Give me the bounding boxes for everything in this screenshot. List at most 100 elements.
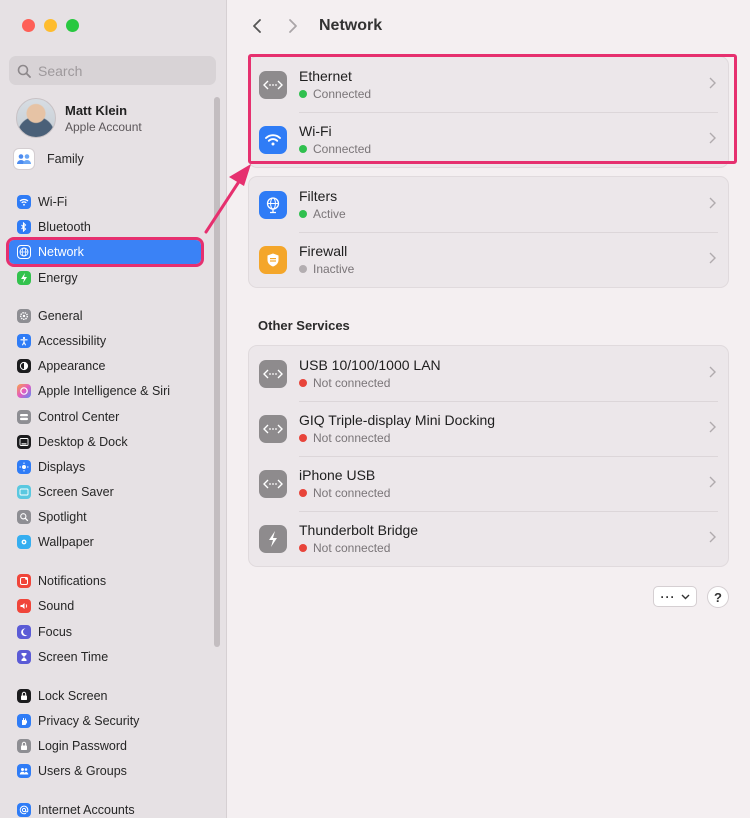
- zoom-window-button[interactable]: [66, 19, 79, 32]
- sidebar-item-login-password[interactable]: Login Password: [9, 734, 201, 758]
- status-dot: [299, 210, 307, 218]
- close-window-button[interactable]: [22, 19, 35, 32]
- page-title: Network: [319, 17, 383, 34]
- sidebar-item-label: Spotlight: [38, 510, 87, 524]
- sidebar-item-internet-accounts[interactable]: Internet Accounts: [9, 798, 201, 818]
- sidebar-item-label: Desktop & Dock: [38, 435, 128, 449]
- sidebar-item-notifications[interactable]: Notifications: [9, 569, 201, 593]
- service-status: Connected: [313, 142, 372, 156]
- energy-icon: [17, 271, 31, 285]
- sidebar-item-energy[interactable]: Energy: [9, 266, 201, 290]
- sidebar-item-siri[interactable]: Apple Intelligence & Siri: [9, 379, 201, 403]
- sidebar-item-label: Screen Saver: [38, 485, 114, 499]
- chevron-right-icon: [709, 421, 716, 433]
- chevron-left-icon: [253, 19, 261, 33]
- sidebar-item-family[interactable]: Family: [9, 147, 201, 171]
- sidebar-item-appearance[interactable]: Appearance: [9, 354, 201, 378]
- sidebar-item-privacy-security[interactable]: Privacy & Security: [9, 709, 201, 733]
- service-row-usb-lan[interactable]: USB 10/100/1000 LAN Not connected: [249, 346, 728, 401]
- appearance-icon: [17, 359, 31, 373]
- sidebar: Matt Klein Apple Account Family Wi-Fi Bl…: [0, 0, 227, 818]
- chevron-right-icon: [709, 531, 716, 543]
- sidebar-item-wifi[interactable]: Wi-Fi: [9, 190, 201, 214]
- service-row-firewall[interactable]: Firewall Inactive: [249, 232, 728, 287]
- ethernet-icon: [259, 70, 287, 99]
- service-name: Ethernet: [299, 68, 352, 84]
- service-row-ethernet[interactable]: Ethernet Connected: [249, 57, 728, 112]
- network-settings-group: Filters Active Firewall Inactive: [248, 176, 729, 288]
- sidebar-item-lock-screen[interactable]: Lock Screen: [9, 684, 201, 708]
- search-input[interactable]: [38, 62, 208, 79]
- sidebar-item-label: Notifications: [38, 574, 107, 588]
- account-name: Matt Klein: [65, 102, 128, 118]
- hand-icon: [17, 714, 31, 728]
- sidebar-item-screen-saver[interactable]: Screen Saver: [9, 480, 201, 504]
- sidebar-item-label: Displays: [38, 460, 86, 474]
- thunderbolt-icon: [259, 524, 287, 553]
- service-name: GIQ Triple-display Mini Docking: [299, 412, 496, 428]
- sidebar-item-label: Energy: [38, 271, 78, 285]
- sidebar-scrollbar[interactable]: [214, 97, 220, 647]
- sidebar-item-control-center[interactable]: Control Center: [9, 405, 201, 429]
- sidebar-item-bluetooth[interactable]: Bluetooth: [9, 215, 201, 239]
- service-status: Connected: [313, 87, 372, 101]
- sidebar-item-desktop-dock[interactable]: Desktop & Dock: [9, 430, 201, 454]
- sidebar-item-label: Bluetooth: [38, 220, 91, 234]
- password-icon: [17, 739, 31, 753]
- siri-icon: [17, 384, 31, 398]
- sidebar-item-label: Lock Screen: [38, 689, 108, 703]
- search-icon: [17, 64, 31, 78]
- service-row-thunderbolt-bridge[interactable]: Thunderbolt Bridge Not connected: [249, 511, 728, 566]
- help-button[interactable]: ?: [707, 586, 729, 608]
- screen-time-icon: [17, 650, 31, 664]
- sidebar-item-general[interactable]: General: [9, 304, 201, 328]
- globe-filter-icon: [259, 190, 287, 219]
- sidebar-item-spotlight[interactable]: Spotlight: [9, 505, 201, 529]
- status-dot: [299, 265, 307, 273]
- status-dot: [299, 544, 307, 552]
- sidebar-item-network[interactable]: Network: [6, 237, 204, 267]
- service-status: Not connected: [313, 431, 391, 445]
- forward-button[interactable]: [282, 14, 304, 38]
- apple-account[interactable]: Matt Klein Apple Account: [16, 98, 142, 138]
- chevron-down-icon: [681, 594, 689, 599]
- displays-icon: [17, 460, 31, 474]
- wifi-icon: [17, 195, 31, 209]
- back-button[interactable]: [246, 14, 268, 38]
- sidebar-item-label: Family: [47, 152, 84, 166]
- sidebar-item-focus[interactable]: Focus: [9, 620, 201, 644]
- focus-icon: [17, 625, 31, 639]
- sidebar-item-displays[interactable]: Displays: [9, 455, 201, 479]
- status-dot: [299, 489, 307, 497]
- settings-window: Matt Klein Apple Account Family Wi-Fi Bl…: [0, 0, 750, 818]
- service-row-wifi[interactable]: Wi-Fi Connected: [249, 112, 728, 167]
- status-dot: [299, 90, 307, 98]
- sidebar-item-screen-time[interactable]: Screen Time: [9, 645, 201, 669]
- search-field[interactable]: [9, 56, 216, 85]
- status-dot: [299, 434, 307, 442]
- service-name: Wi-Fi: [299, 123, 332, 139]
- ethernet-icon: [259, 469, 287, 498]
- service-status: Active: [313, 207, 346, 221]
- sidebar-item-accessibility[interactable]: Accessibility: [9, 329, 201, 353]
- service-row-giq-docking[interactable]: GIQ Triple-display Mini Docking Not conn…: [249, 401, 728, 456]
- control-center-icon: [17, 410, 31, 424]
- more-actions-button[interactable]: ···: [653, 586, 697, 607]
- screen-saver-icon: [17, 485, 31, 499]
- service-row-iphone-usb[interactable]: iPhone USB Not connected: [249, 456, 728, 511]
- sidebar-item-label: Accessibility: [38, 334, 107, 348]
- chevron-right-icon: [709, 476, 716, 488]
- chevron-right-icon: [289, 19, 297, 33]
- sidebar-item-wallpaper[interactable]: Wallpaper: [9, 530, 201, 554]
- window-controls: [22, 19, 79, 32]
- sidebar-item-users-groups[interactable]: Users & Groups: [9, 759, 201, 783]
- chevron-right-icon: [709, 77, 716, 89]
- ethernet-icon: [259, 414, 287, 443]
- status-dot: [299, 145, 307, 153]
- wallpaper-icon: [17, 535, 31, 549]
- more-icon: ···: [660, 589, 676, 604]
- service-row-filters[interactable]: Filters Active: [249, 177, 728, 232]
- minimize-window-button[interactable]: [44, 19, 57, 32]
- sidebar-item-label: Internet Accounts: [38, 803, 135, 817]
- sidebar-item-sound[interactable]: Sound: [9, 594, 201, 618]
